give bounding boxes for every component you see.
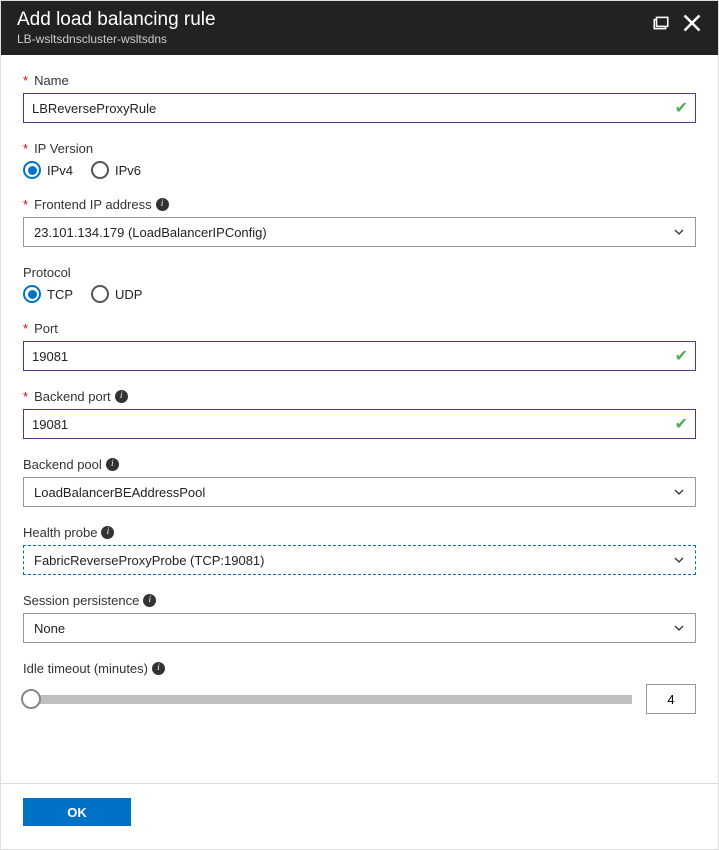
field-ipversion: *IP Version IPv4 IPv6 (23, 141, 696, 179)
check-icon: ✔ (675, 414, 688, 434)
check-icon: ✔ (675, 98, 688, 118)
panel-header: Add load balancing rule LB-wsltsdnsclust… (1, 1, 718, 55)
radio-udp[interactable]: UDP (91, 285, 142, 303)
healthprobe-select[interactable]: FabricReverseProxyProbe (TCP:19081) (23, 545, 696, 575)
idle-label: Idle timeout (minutes) (23, 661, 148, 676)
info-icon[interactable]: i (156, 198, 169, 211)
info-icon[interactable]: i (115, 390, 128, 403)
port-label: Port (34, 321, 58, 336)
radio-tcp[interactable]: TCP (23, 285, 73, 303)
restore-icon[interactable] (652, 14, 670, 37)
check-icon: ✔ (675, 346, 688, 366)
info-icon[interactable]: i (152, 662, 165, 675)
panel-title: Add load balancing rule (17, 9, 216, 31)
panel-subtitle: LB-wsltsdnscluster-wsltsdns (17, 32, 216, 46)
name-input[interactable] (23, 93, 696, 123)
field-name: *Name ✔ (23, 73, 696, 123)
info-icon[interactable]: i (101, 526, 114, 539)
field-backend-pool: Backend pool i LoadBalancerBEAddressPool (23, 457, 696, 507)
field-protocol: Protocol TCP UDP (23, 265, 696, 303)
field-frontend-ip: *Frontend IP address i 23.101.134.179 (L… (23, 197, 696, 247)
panel-footer: OK (1, 783, 718, 849)
radio-ipv6[interactable]: IPv6 (91, 161, 141, 179)
chevron-down-icon (673, 486, 685, 498)
field-port: *Port ✔ (23, 321, 696, 371)
port-input[interactable] (23, 341, 696, 371)
chevron-down-icon (673, 622, 685, 634)
ipversion-label: IP Version (34, 141, 93, 156)
session-label: Session persistence (23, 593, 139, 608)
idle-value-input[interactable] (646, 684, 696, 714)
backendport-input[interactable] (23, 409, 696, 439)
chevron-down-icon (673, 226, 685, 238)
close-icon[interactable] (682, 13, 702, 38)
healthprobe-label: Health probe (23, 525, 97, 540)
protocol-label: Protocol (23, 265, 71, 280)
chevron-down-icon (673, 554, 685, 566)
backendport-label: Backend port (34, 389, 111, 404)
ok-button[interactable]: OK (23, 798, 131, 826)
info-icon[interactable]: i (106, 458, 119, 471)
name-label: Name (34, 73, 69, 88)
field-session-persistence: Session persistence i None (23, 593, 696, 643)
backendpool-label: Backend pool (23, 457, 102, 472)
field-idle-timeout: Idle timeout (minutes) i (23, 661, 696, 714)
frontend-label: Frontend IP address (34, 197, 152, 212)
idle-slider[interactable] (23, 695, 632, 704)
backendpool-select[interactable]: LoadBalancerBEAddressPool (23, 477, 696, 507)
slider-thumb[interactable] (21, 689, 41, 709)
field-health-probe: Health probe i FabricReverseProxyProbe (… (23, 525, 696, 575)
field-backend-port: *Backend port i ✔ (23, 389, 696, 439)
form-body: *Name ✔ *IP Version IPv4 IPv6 *Frontend … (1, 55, 718, 781)
info-icon[interactable]: i (143, 594, 156, 607)
radio-ipv4[interactable]: IPv4 (23, 161, 73, 179)
frontend-select[interactable]: 23.101.134.179 (LoadBalancerIPConfig) (23, 217, 696, 247)
session-select[interactable]: None (23, 613, 696, 643)
